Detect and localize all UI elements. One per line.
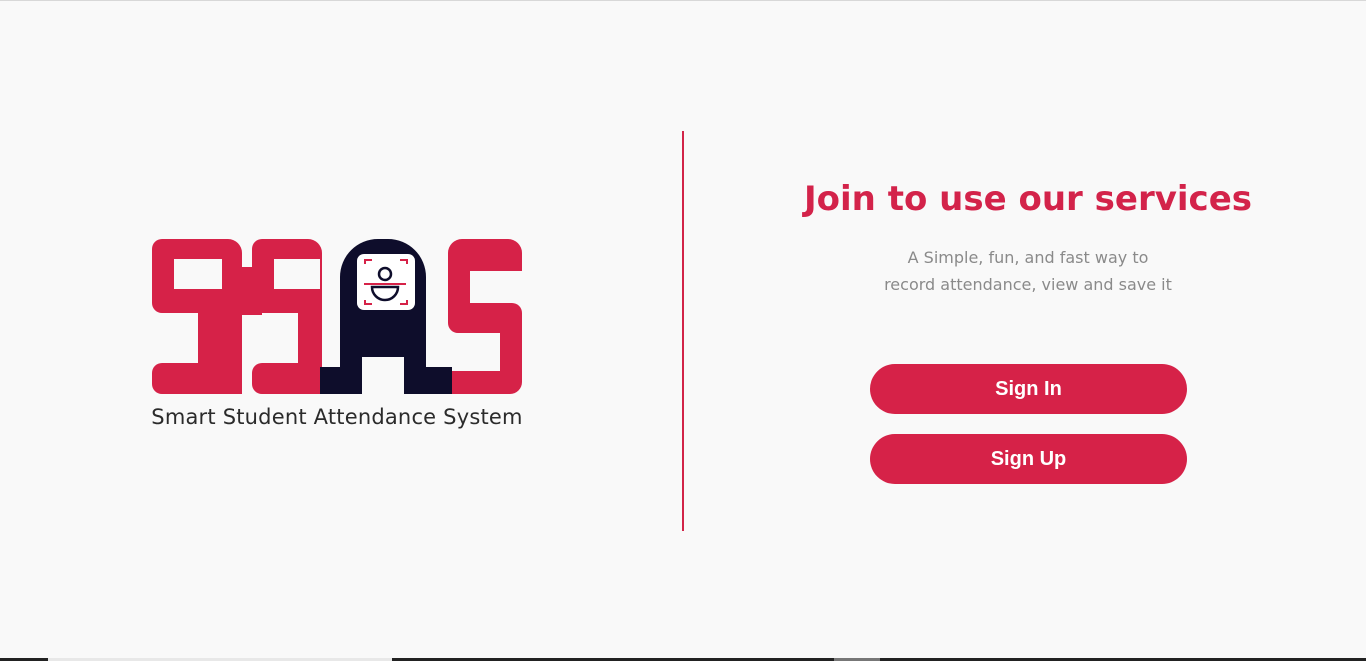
subtitle-line-2: record attendance, view and save it	[884, 275, 1172, 294]
subtitle: A Simple, fun, and fast way to record at…	[828, 244, 1228, 298]
ssas-logo	[152, 237, 524, 395]
landing-page: Smart Student Attendance System Join to …	[0, 0, 1366, 661]
sign-in-button[interactable]: Sign In	[870, 364, 1187, 414]
vertical-divider	[682, 131, 684, 531]
subtitle-line-1: A Simple, fun, and fast way to	[907, 248, 1149, 267]
logo-caption: Smart Student Attendance System	[151, 405, 523, 429]
face-scan-icon	[357, 254, 415, 310]
sign-up-button[interactable]: Sign Up	[870, 434, 1187, 484]
page-title: Join to use our services	[804, 179, 1252, 219]
